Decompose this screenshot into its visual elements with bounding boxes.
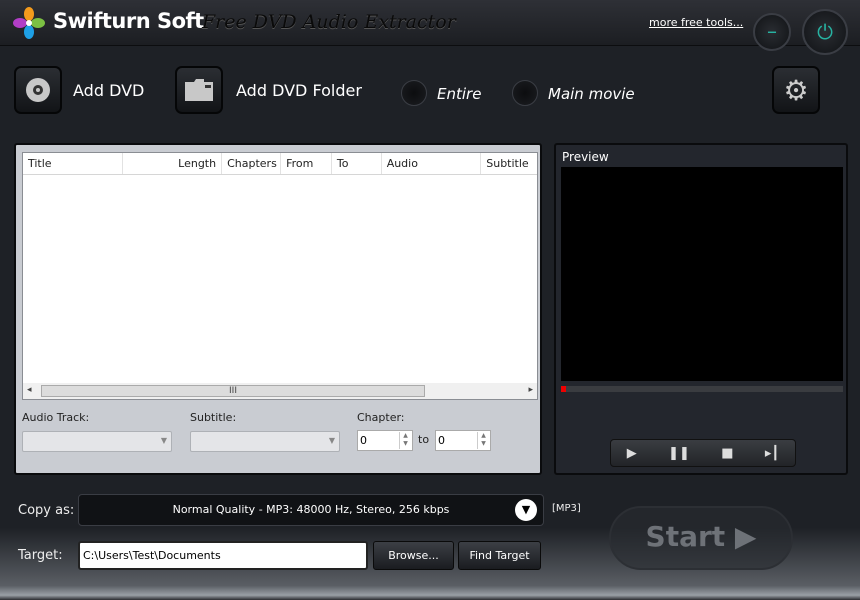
titles-panel: Title Length Chapters From To Audio Subt… — [14, 143, 542, 475]
close-button[interactable]: ⏻ — [802, 9, 848, 55]
output-format-select[interactable]: Normal Quality - MP3: 48000 Hz, Stereo, … — [78, 494, 544, 526]
stop-icon[interactable]: ■ — [721, 446, 733, 461]
horizontal-scrollbar[interactable]: ◂ III ▸ — [23, 383, 537, 399]
column-chapters[interactable]: Chapters — [222, 153, 281, 174]
subtitle-select[interactable]: ▼ — [190, 431, 340, 452]
chevron-down-icon[interactable]: ▼ — [515, 499, 537, 521]
scroll-left-icon[interactable]: ◂ — [27, 385, 32, 395]
find-target-button[interactable]: Find Target — [458, 541, 541, 570]
chapter-to-stepper[interactable]: 0 ▲▼ — [435, 430, 491, 451]
chapter-from-value: 0 — [360, 434, 367, 447]
chevron-down-icon: ▼ — [161, 436, 167, 445]
chapter-from-stepper[interactable]: 0 ▲▼ — [357, 430, 413, 451]
seek-handle[interactable] — [561, 386, 566, 392]
logo-icon — [12, 6, 46, 40]
add-dvd-folder-button[interactable] — [175, 66, 223, 114]
play-icon: ▶ — [735, 520, 757, 553]
video-preview — [561, 167, 843, 381]
folder-icon — [184, 78, 214, 102]
add-dvd-folder-label[interactable]: Add DVD Folder — [236, 81, 362, 100]
disc-icon — [24, 76, 52, 104]
seek-bar[interactable] — [561, 386, 843, 392]
more-tools-link[interactable]: more free tools... — [649, 16, 743, 29]
preview-title: Preview — [562, 150, 609, 164]
chapter-label: Chapter: — [357, 411, 405, 424]
chevron-down-icon: ▼ — [329, 436, 335, 445]
audio-track-label: Audio Track: — [22, 411, 89, 424]
power-icon: ⏻ — [817, 20, 833, 44]
add-dvd-label[interactable]: Add DVD — [73, 81, 144, 100]
minus-icon: – — [767, 19, 777, 43]
settings-button[interactable]: ⚙ — [772, 66, 820, 114]
start-label: Start — [646, 520, 726, 553]
stepper-arrows-icon[interactable]: ▲▼ — [477, 432, 489, 449]
chapter-to-value: 0 — [438, 434, 445, 447]
target-path-input[interactable]: C:\Users\Test\Documents — [78, 541, 368, 570]
scroll-thumb[interactable]: III — [41, 385, 425, 397]
column-from[interactable]: From — [281, 153, 332, 174]
column-audio[interactable]: Audio — [382, 153, 482, 174]
title-bar: Swifturn Soft Free DVD Audio Extractor m… — [0, 0, 860, 46]
snapshot-marker-icon[interactable]: ▸┃ — [765, 446, 779, 461]
entire-radio[interactable] — [401, 80, 427, 106]
play-icon[interactable]: ▶ — [627, 446, 637, 461]
column-length[interactable]: Length — [123, 153, 223, 174]
subtitle-label: Subtitle: — [190, 411, 236, 424]
gear-icon: ⚙ — [783, 74, 808, 107]
audio-track-select[interactable]: ▼ — [22, 431, 172, 452]
column-to[interactable]: To — [332, 153, 382, 174]
app-title: Free DVD Audio Extractor — [202, 11, 456, 33]
target-label: Target: — [18, 548, 63, 563]
add-dvd-button[interactable] — [14, 66, 62, 114]
playback-controls: ▶ ❚❚ ■ ▸┃ — [610, 439, 796, 467]
main-movie-radio[interactable] — [512, 80, 538, 106]
start-button[interactable]: Start ▶ — [609, 506, 793, 570]
titles-table: Title Length Chapters From To Audio Subt… — [22, 152, 538, 400]
minimize-button[interactable]: – — [753, 13, 791, 51]
format-tag: [MP3] — [552, 503, 581, 514]
browse-button[interactable]: Browse... — [373, 541, 454, 570]
main-movie-label[interactable]: Main movie — [548, 85, 635, 103]
chapter-to-label: to — [418, 433, 429, 446]
brand-name: Swifturn Soft — [53, 9, 204, 33]
entire-label[interactable]: Entire — [437, 85, 481, 103]
copy-as-label: Copy as: — [18, 503, 74, 518]
preview-panel: Preview ▶ ❚❚ ■ ▸┃ — [554, 143, 848, 475]
table-header: Title Length Chapters From To Audio Subt… — [23, 153, 537, 175]
scroll-right-icon[interactable]: ▸ — [528, 385, 533, 395]
column-title[interactable]: Title — [23, 153, 123, 174]
column-subtitle[interactable]: Subtitle — [481, 153, 537, 174]
output-format-value: Normal Quality - MP3: 48000 Hz, Stereo, … — [173, 503, 450, 516]
stepper-arrows-icon[interactable]: ▲▼ — [399, 432, 411, 449]
pause-icon[interactable]: ❚❚ — [668, 446, 690, 461]
